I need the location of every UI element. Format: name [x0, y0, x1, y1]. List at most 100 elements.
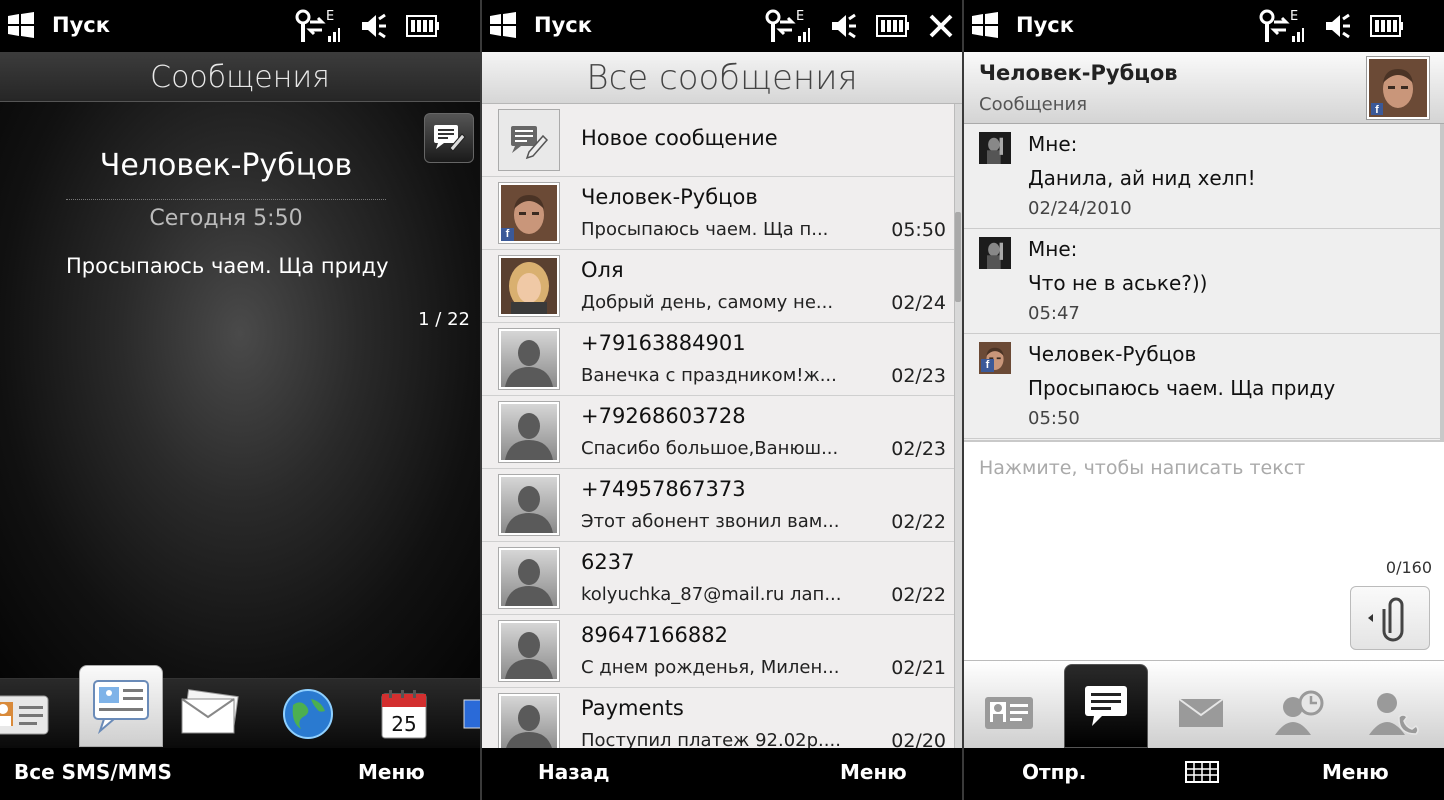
contact-name: Оля — [581, 258, 624, 282]
contact-name[interactable]: Человек-Рубцов — [66, 148, 386, 183]
tab-contact-details[interactable] — [980, 689, 1038, 737]
thread-scrollbar[interactable] — [1440, 124, 1444, 440]
message-text: Что не в аське?)) — [1028, 271, 1208, 295]
message-preview: Просыпаюсь чаем. Ща п... — [581, 219, 829, 240]
start-label[interactable]: Пуск — [534, 13, 592, 37]
back-softkey[interactable]: Назад — [538, 760, 610, 784]
volume-icon — [832, 13, 856, 39]
conversation-row[interactable]: +79163884901 Ванечка с праздником!ж... 02/… — [482, 323, 954, 396]
contact-name[interactable]: Человек-Рубцов — [979, 61, 1178, 85]
menu-softkey[interactable]: Меню — [1322, 760, 1389, 784]
scrollbar-thumb[interactable] — [955, 212, 961, 302]
sender-avatar — [979, 237, 1011, 269]
message-bubble-icon — [93, 680, 149, 735]
windows-logo-icon[interactable] — [970, 12, 1000, 38]
tab-calendar[interactable]: 25 — [372, 685, 436, 743]
status-bar: Пуск E — [0, 0, 480, 52]
message-item[interactable]: Мне: Что не в аське?)) 05:47 — [964, 229, 1440, 334]
menu-softkey[interactable]: Меню — [840, 760, 907, 784]
message-text: Данила, ай нид хелп! — [1028, 166, 1256, 190]
photo-icon — [463, 699, 480, 729]
compose-input[interactable]: Нажмите, чтобы написать текст — [979, 456, 1309, 480]
calendar-icon: 25 — [381, 690, 427, 739]
svg-text:E: E — [1290, 9, 1298, 24]
contact-name: Payments — [581, 696, 684, 720]
windows-logo-icon[interactable] — [488, 12, 518, 38]
conversation-row[interactable]: 6237 kolyuchka_87@mail.ru лап... 02/22 — [482, 542, 954, 615]
all-sms-mms-softkey[interactable]: Все SMS/MMS — [14, 760, 172, 784]
message-preview: Добрый день, самому не... — [581, 292, 834, 313]
message-preview: Спасибо большое,Ванюш... — [581, 438, 839, 459]
tab-contact-email[interactable] — [1172, 689, 1230, 737]
conversation-row[interactable]: Оля Добрый день, самому не... 02/24 — [482, 250, 954, 323]
send-softkey[interactable]: Отпр. — [1022, 760, 1086, 784]
message-preview: С днем рожденья, Милен... — [581, 657, 840, 678]
compose-area[interactable]: Нажмите, чтобы написать текст 0/160 — [964, 440, 1444, 660]
conversation-row[interactable]: +74957867373 Этот абонент звонил вам... 02… — [482, 469, 954, 542]
message-item[interactable]: f Человек-Рубцов Просыпаюсь чаем. Ща приду… — [964, 334, 1440, 439]
globe-icon — [283, 689, 333, 739]
scrollbar[interactable] — [954, 104, 962, 748]
windows-logo-icon[interactable] — [6, 12, 36, 38]
conversation-subtitle: Сообщения — [979, 94, 1088, 115]
paperclip-icon — [1368, 597, 1404, 642]
conversation-row[interactable]: Payments Поступил платеж 92.02р.... 02/20 — [482, 688, 954, 748]
softkey-bar: Все SMS/MMS Меню — [0, 748, 480, 800]
contact-avatar — [498, 693, 560, 748]
tab-contact-calls[interactable] — [1366, 689, 1424, 737]
signal-icon: E — [765, 9, 810, 42]
attach-button[interactable] — [1350, 586, 1430, 650]
contact-avatar — [498, 547, 560, 609]
battery-icon — [1370, 15, 1403, 37]
tab-more[interactable] — [458, 685, 480, 743]
divider — [66, 199, 386, 200]
conversation-screen: Пуск E Человек-Рубцов Сообщения f Мне: Д… — [964, 0, 1444, 800]
screen-header: Все сообщения — [482, 52, 962, 104]
new-message-row[interactable]: Новое сообщение — [482, 104, 954, 177]
compose-icon — [434, 125, 466, 152]
compose-button[interactable] — [424, 113, 474, 163]
keyboard-icon[interactable] — [1185, 761, 1219, 783]
conversation-row[interactable]: +79268603728 Спасибо большое,Ванюш... 02/2… — [482, 396, 954, 469]
contact-avatar — [498, 474, 560, 536]
person-clock-icon — [1275, 690, 1324, 735]
signal-icon: E — [1259, 9, 1304, 42]
message-date: 02/20 — [891, 730, 946, 748]
message-preview-panel — [0, 52, 480, 678]
message-text[interactable]: Просыпаюсь чаем. Ща приду — [66, 254, 396, 279]
tab-contact-updates[interactable] — [1270, 689, 1328, 737]
tab-email[interactable] — [178, 685, 242, 743]
start-label[interactable]: Пуск — [52, 13, 110, 37]
message-time: 02/24/2010 — [1028, 198, 1132, 219]
message-date: 02/23 — [891, 365, 946, 387]
menu-softkey[interactable]: Меню — [358, 760, 425, 784]
conversation-row[interactable]: 89647166882 С днем рожденья, Милен... 02/2… — [482, 615, 954, 688]
contact-tab-bar — [964, 660, 1444, 748]
compose-icon — [498, 109, 560, 171]
conversation-row[interactable]: f Человек-Рубцов Просыпаюсь чаем. Ща п... 0… — [482, 177, 954, 250]
tab-people[interactable] — [0, 685, 50, 743]
start-label[interactable]: Пуск — [1016, 13, 1074, 37]
conversation-list[interactable]: Новое сообщение f Человек-Рубцов Просыпаюс… — [482, 104, 954, 748]
svg-text:f: f — [1375, 104, 1379, 116]
battery-icon — [876, 15, 909, 37]
message-preview: kolyuchka_87@mail.ru лап... — [581, 584, 842, 605]
message-date: 02/21 — [891, 657, 946, 679]
sense-tab-bar: 25 — [0, 678, 480, 748]
contact-photo[interactable]: f — [1366, 56, 1430, 120]
messages-home-screen: Пуск E Сообщения Человек-Рубцов Сегодня … — [0, 0, 480, 800]
message-thread[interactable]: Мне: Данила, ай нид хелп! 02/24/2010 Мне: Чт… — [964, 124, 1444, 440]
status-bar: Пуск E — [482, 0, 962, 52]
message-item[interactable]: Мне: Данила, ай нид хелп! 02/24/2010 — [964, 124, 1440, 229]
message-bubble-icon — [1085, 686, 1127, 726]
message-date: 02/22 — [891, 584, 946, 606]
contact-name: +79268603728 — [581, 404, 746, 428]
tab-internet[interactable] — [276, 685, 340, 743]
all-messages-screen: Пуск E Все сообщения Новое сообщение f Ч… — [482, 0, 962, 800]
page-title: Сообщения — [150, 60, 330, 95]
tab-contact-messages[interactable] — [1064, 664, 1148, 748]
tab-messages[interactable] — [79, 665, 163, 747]
close-icon[interactable] — [928, 13, 954, 39]
contact-avatar: f — [498, 182, 560, 244]
message-time: 05:47 — [1028, 303, 1080, 324]
